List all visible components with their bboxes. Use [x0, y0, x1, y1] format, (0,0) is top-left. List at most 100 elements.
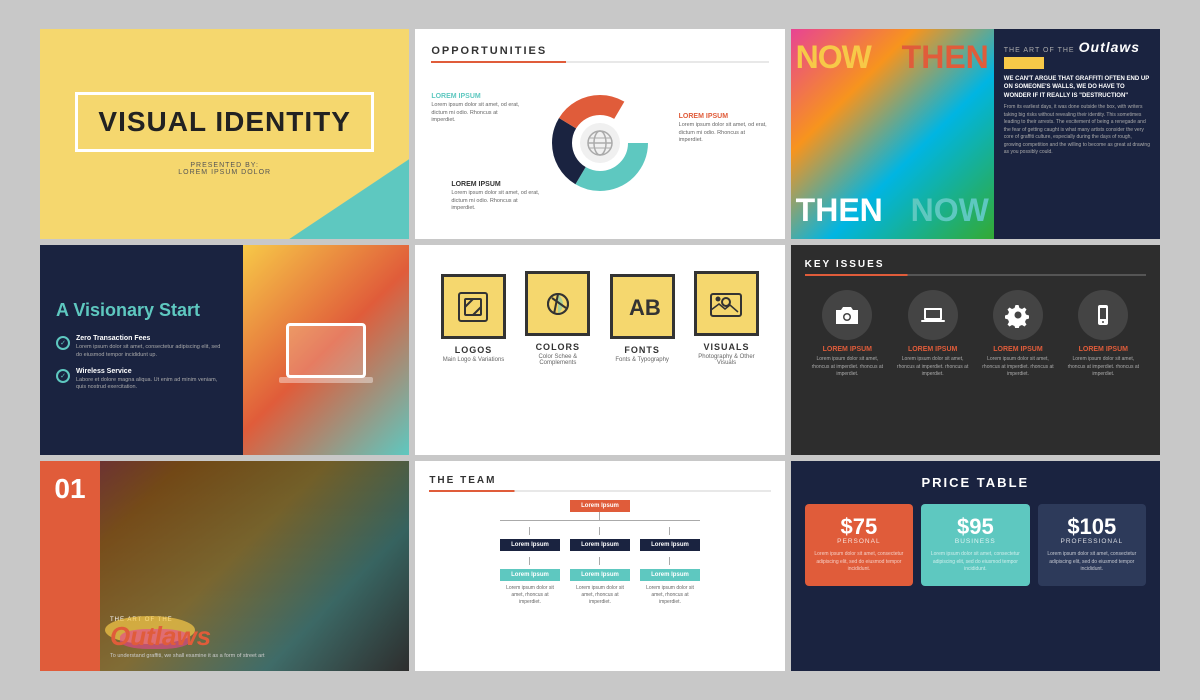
team-title: THE TEAM — [429, 475, 770, 486]
issue-label-4: LOREM IPSUM — [1079, 346, 1128, 353]
org-chart: Lorem Ipsum Lorem Ipsum Lorem Ipsum Lore… — [429, 500, 770, 606]
outlaws-quote: WE CAN'T ARGUE THAT GRAFFITI OFTEN END U… — [1004, 75, 1150, 100]
logos-icon-frame — [441, 274, 506, 339]
org-top-node: Lorem Ipsum — [570, 500, 630, 512]
label-bottom: LOREM IPSUM Lorem ipsum dolor sit amet, … — [451, 181, 541, 213]
visuals-icon — [708, 286, 744, 322]
org-hline — [500, 520, 700, 521]
main-title: VISUAL IDENTITY — [98, 107, 351, 138]
outlaws-text-panel: THE ART OF THE Outlaws WE CAN'T ARGUE TH… — [994, 29, 1160, 239]
fonts-label: FONTS — [624, 345, 660, 355]
price-cards-row: $75 PERSONAL Lorem ipsum dolor sit amet,… — [805, 504, 1146, 586]
org-bottom-col-1: Lorem Ipsum Lorem ipsum dolor sit amet, … — [500, 557, 560, 606]
logos-item: LOGOS Main Logo & Variations — [436, 274, 510, 363]
issue-camera: LOREM IPSUM Lorem ipsum dolor sit amet, … — [810, 290, 885, 379]
slide-price-table: PRICE TABLE $75 PERSONAL Lorem ipsum dol… — [791, 461, 1160, 671]
title-underline — [431, 61, 768, 63]
slide-visual-identity: VISUAL IDENTITY PRESENTED BY: LOREM IPSU… — [40, 29, 409, 239]
graffiti-image: NOW THEN THEN NOW — [791, 29, 994, 239]
logos-label: LOGOS — [455, 345, 493, 355]
outlaws-photo-desc: To understand graffiti, we shall examine… — [110, 653, 399, 661]
feature-icon-2: ✓ — [56, 369, 70, 383]
label-right: LOREM IPSUM Lorem ipsum dolor sit amet, … — [679, 113, 769, 145]
colors-icon-frame — [525, 271, 590, 336]
org-mid-node-1: Lorem Ipsum — [500, 539, 560, 551]
org-connector-top — [599, 512, 600, 520]
visionary-right-panel — [243, 245, 409, 455]
visuals-sublabel: Photography & Other Visuals — [689, 354, 763, 366]
subtitle: PRESENTED BY: LOREM IPSUM DOLOR — [178, 162, 271, 176]
price-card-personal: $75 PERSONAL Lorem ipsum dolor sit amet,… — [805, 504, 913, 586]
key-issues-row: LOREM IPSUM Lorem ipsum dolor sit amet, … — [805, 290, 1146, 379]
org-bottom-col-3: Lorem Ipsum Lorem ipsum dolor sit amet, … — [640, 557, 700, 606]
title-box: VISUAL IDENTITY — [75, 92, 374, 153]
fonts-item: ABC FONTS Fonts & Typography — [605, 274, 679, 363]
org-connector-bot-1 — [529, 557, 530, 565]
outlaws-photo-title: Outlaws — [110, 623, 399, 649]
teal-corner-decoration — [289, 159, 409, 239]
feature-icon-1: ✓ — [56, 336, 70, 350]
mobile-icon — [1090, 302, 1116, 328]
slide-visionary-start: A Visionary Start ✓ Zero Transaction Fee… — [40, 245, 409, 455]
price-plan-1: PERSONAL — [837, 538, 880, 545]
visuals-item: VISUALS Photography & Other Visuals — [689, 271, 763, 366]
price-card-professional: $105 PROFESSIONAL Lorem ipsum dolor sit … — [1038, 504, 1146, 586]
org-mid-row: Lorem Ipsum Lorem Ipsum Lorem Ipsum — [500, 527, 700, 551]
org-col-2: Lorem Ipsum — [570, 527, 630, 551]
org-bottom-row: Lorem Ipsum Lorem ipsum dolor sit amet, … — [500, 557, 700, 606]
key-issues-underline — [805, 274, 1146, 276]
price-amount-3: $105 — [1067, 516, 1116, 538]
colors-sublabel: Color Schee & Complements — [521, 354, 595, 366]
gear-circle — [993, 290, 1043, 340]
team-underline — [429, 490, 770, 492]
outlaws-photo-content: THE ART OF THE Outlaws To understand gra… — [100, 607, 409, 671]
feature-2: ✓ Wireless Service Labore et dolore magn… — [56, 368, 227, 392]
chart-area: LOREM IPSUM Lorem ipsum dolor sit amet, … — [431, 73, 768, 213]
issue-text-2: Lorem ipsum dolor sit amet, rhoncus at i… — [895, 356, 970, 379]
fonts-icon-frame: ABC — [610, 274, 675, 339]
feature-text-1: Zero Transaction Fees Lorem ipsum dolor … — [76, 335, 227, 359]
mobile-circle — [1078, 290, 1128, 340]
label-left: LOREM IPSUM Lorem ipsum dolor sit amet, … — [431, 93, 521, 125]
org-mid-node-2: Lorem Ipsum — [570, 539, 630, 551]
issue-label-3: LOREM IPSUM — [993, 346, 1042, 353]
price-amount-1: $75 — [841, 516, 878, 538]
now-text-1: NOW — [796, 39, 871, 76]
identity-icons-row: LOGOS Main Logo & Variations COLORS C — [431, 271, 768, 366]
org-col-3: Lorem Ipsum — [640, 527, 700, 551]
slide-grid: VISUAL IDENTITY PRESENTED BY: LOREM IPSU… — [20, 9, 1180, 691]
svg-text:ABC: ABC — [629, 295, 660, 320]
org-mid-node-3: Lorem Ipsum — [640, 539, 700, 551]
slide-opportunities: OPPORTUNITIES LOREM IPSUM Lorem ipsum do… — [415, 29, 784, 239]
issue-label-1: LOREM IPSUM — [823, 346, 872, 353]
org-connector-bot-3 — [669, 557, 670, 565]
laptop-illustration — [286, 323, 366, 378]
now-text-2: NOW — [911, 192, 989, 229]
slide-number: 01 — [54, 473, 85, 505]
then-text-2: THEN — [796, 192, 883, 229]
price-text-3: Lorem ipsum dolor sit amet, consectetur … — [1046, 551, 1138, 574]
slide-title-opportunities: OPPORTUNITIES — [431, 45, 768, 57]
key-issues-title: KEY ISSUES — [805, 259, 1146, 270]
issue-laptop: LOREM IPSUM Lorem ipsum dolor sit amet, … — [895, 290, 970, 379]
laptop-icon — [920, 302, 946, 328]
logos-icon — [455, 289, 491, 325]
colors-item: COLORS Color Schee & Complements — [521, 271, 595, 366]
issue-gear: LOREM IPSUM Lorem ipsum dolor sit amet, … — [980, 290, 1055, 379]
price-plan-2: BUSINESS — [955, 538, 996, 545]
slide-the-team: THE TEAM Lorem Ipsum Lorem Ipsum Lorem I… — [415, 461, 784, 671]
org-bottom-node-3: Lorem Ipsum — [640, 569, 700, 581]
colors-icon — [540, 286, 576, 322]
price-table-title: PRICE TABLE — [805, 475, 1146, 490]
visionary-heading: A Visionary Start — [56, 300, 227, 322]
feature-1: ✓ Zero Transaction Fees Lorem ipsum dolo… — [56, 335, 227, 359]
visuals-label: VISUALS — [703, 342, 749, 352]
slide-key-issues: KEY ISSUES LOREM IPSUM Lorem ipsum dolor… — [791, 245, 1160, 455]
issue-text-1: Lorem ipsum dolor sit amet, rhoncus at i… — [810, 356, 885, 379]
then-text-1: THEN — [902, 39, 989, 76]
price-card-business: $95 BUSINESS Lorem ipsum dolor sit amet,… — [921, 504, 1029, 586]
slide-outlaws-photo: 01 THE ART OF THE Outlaws To understand … — [40, 461, 409, 671]
visuals-icon-frame — [694, 271, 759, 336]
price-plan-3: PROFESSIONAL — [1061, 538, 1124, 545]
feature-text-2: Wireless Service Labore et dolore magna … — [76, 368, 227, 392]
